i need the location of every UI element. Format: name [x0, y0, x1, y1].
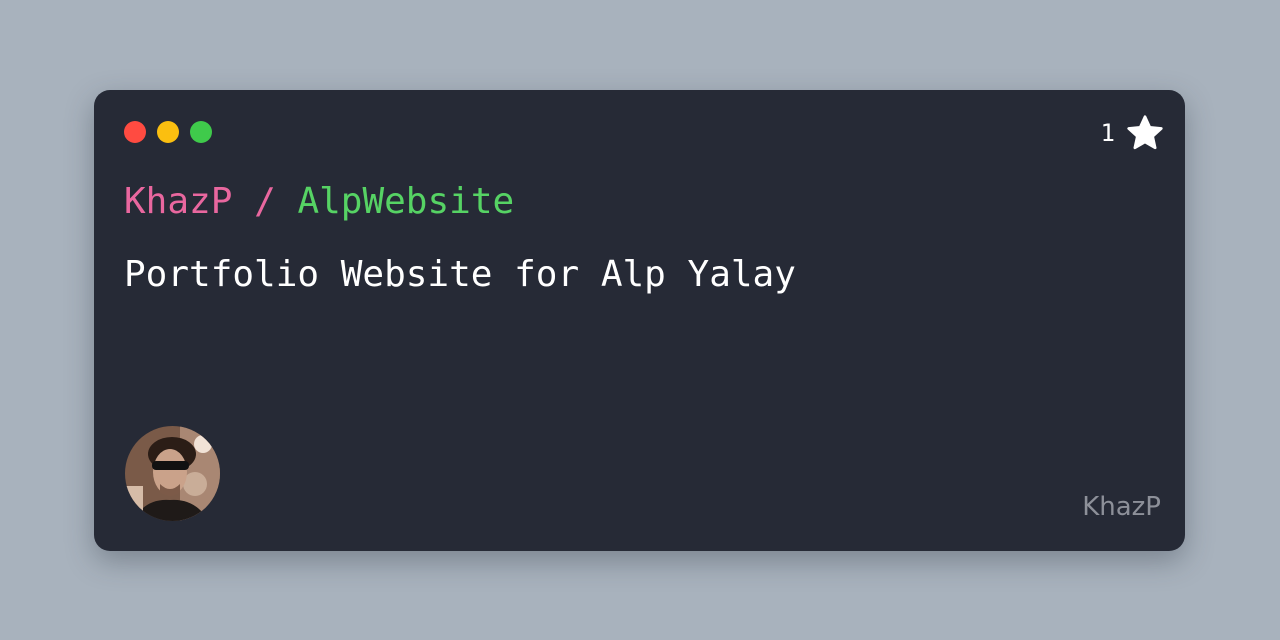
footer-username: KhazP — [1082, 492, 1161, 522]
repo-card: 1 KhazP / AlpWebsite Portfolio Website f… — [94, 90, 1185, 551]
maximize-dot — [190, 121, 212, 143]
repo-description: Portfolio Website for Alp Yalay — [124, 254, 796, 295]
repo-name: AlpWebsite — [297, 181, 515, 222]
repo-title: KhazP / AlpWebsite — [124, 180, 514, 224]
close-dot — [124, 121, 146, 143]
minimize-dot — [157, 121, 179, 143]
window-controls — [124, 121, 212, 143]
repo-owner: KhazP — [124, 181, 233, 222]
star-count: 1 — [1100, 119, 1115, 147]
star-icon — [1125, 113, 1165, 153]
avatar — [125, 426, 220, 521]
star-counter: 1 — [1101, 113, 1165, 153]
repo-separator: / — [254, 181, 276, 222]
